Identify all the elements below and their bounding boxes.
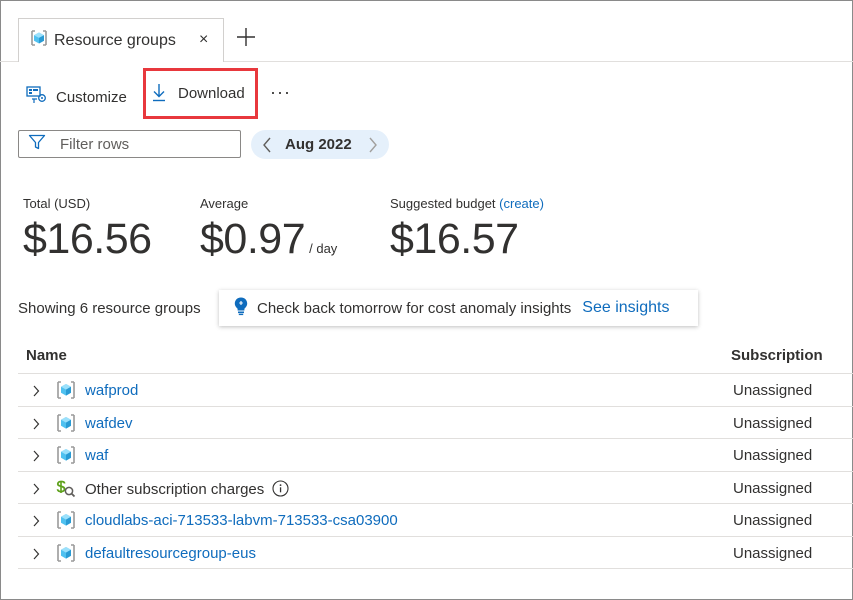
subscription-cell: Unassigned: [733, 544, 813, 562]
create-budget-link[interactable]: (create): [499, 196, 544, 211]
table-row: Other subscription charges Unassigned: [18, 472, 853, 504]
customize-icon: [26, 86, 48, 108]
kpi-average-unit: / day: [309, 241, 338, 256]
filter-icon: [28, 134, 46, 155]
subscription-cell: Unassigned: [733, 414, 813, 432]
filter-rows-field[interactable]: [18, 130, 241, 158]
resource-group-icon: [30, 29, 48, 52]
date-selector[interactable]: Aug 2022: [251, 130, 389, 159]
column-header-name[interactable]: Name: [26, 347, 67, 364]
resource-group-icon: [55, 413, 77, 437]
customize-button[interactable]: Customize: [26, 86, 127, 108]
resource-groups-table: Name Subscription wafprod Unassigned waf…: [18, 339, 853, 569]
see-insights-link[interactable]: See insights: [582, 299, 669, 317]
chevron-right-icon[interactable]: [32, 417, 40, 434]
kpi-budget-label-row: Suggested budget (create): [390, 196, 544, 211]
resource-group-link[interactable]: defaultresourcegroup-eus: [85, 545, 256, 562]
tab-bar: Resource groups ×: [0, 0, 853, 62]
resource-group-link[interactable]: wafdev: [85, 415, 133, 432]
kpi-budget-label: Suggested budget: [390, 196, 496, 211]
chevron-right-icon[interactable]: [32, 384, 40, 401]
kpi-total-label: Total (USD): [23, 196, 91, 211]
column-header-subscription[interactable]: Subscription: [731, 347, 823, 364]
resource-group-link[interactable]: cloudlabs-aci-713533-labvm-713533-csa039…: [85, 512, 398, 529]
chevron-right-icon[interactable]: [32, 514, 40, 531]
download-button[interactable]: Download: [143, 68, 258, 119]
more-options-button[interactable]: ···: [270, 82, 291, 103]
table-row: cloudlabs-aci-713533-labvm-713533-csa039…: [18, 504, 853, 537]
tab-label: Resource groups: [54, 31, 176, 49]
row-name-text: Other subscription charges: [85, 479, 289, 501]
filter-rows-input[interactable]: [60, 135, 220, 153]
resource-group-icon: [55, 445, 77, 469]
table-row: wafprod Unassigned: [18, 374, 853, 407]
subscription-cell: Unassigned: [733, 447, 813, 464]
info-icon[interactable]: [272, 479, 289, 501]
add-tab-icon[interactable]: [235, 26, 257, 48]
resource-group-icon: [55, 380, 77, 404]
table-header: Name Subscription: [18, 339, 853, 374]
kpi-average-label: Average: [200, 196, 249, 211]
kpi-total-value: $16.56: [23, 215, 152, 263]
table-row: defaultresourcegroup-eus Unassigned: [18, 537, 853, 569]
subscription-cell: Unassigned: [733, 479, 813, 497]
chevron-right-icon: [367, 136, 379, 159]
table-row: wafdev Unassigned: [18, 407, 853, 439]
resource-group-link[interactable]: wafprod: [85, 382, 138, 399]
insight-card: Check back tomorrow for cost anomaly ins…: [219, 290, 698, 326]
subscription-charges-icon: [55, 478, 77, 502]
chevron-right-icon[interactable]: [32, 482, 40, 499]
customize-label: Customize: [56, 88, 127, 106]
date-label: Aug 2022: [285, 136, 352, 153]
kpi-average-value: $0.97: [200, 215, 306, 263]
kpi-budget: Suggested budget (create) $16.57: [390, 196, 544, 264]
command-bar: Customize Download ···: [0, 68, 853, 122]
table-row: waf Unassigned: [18, 439, 853, 472]
row-name-label: Other subscription charges: [85, 480, 265, 498]
chevron-right-icon[interactable]: [32, 449, 40, 466]
resource-group-icon: [55, 543, 77, 567]
result-count: Showing 6 resource groups: [18, 300, 201, 317]
kpi-average: Average $0.97/ day: [200, 196, 337, 264]
subscription-cell: Unassigned: [733, 382, 813, 399]
close-icon[interactable]: ×: [199, 31, 208, 49]
kpi-average-row: $0.97/ day: [200, 215, 337, 264]
kpi-total: Total (USD) $16.56: [23, 196, 152, 264]
subscription-cell: Unassigned: [733, 512, 813, 529]
download-icon: [151, 82, 167, 106]
chevron-right-icon[interactable]: [32, 547, 40, 564]
kpi-budget-value: $16.57: [390, 215, 519, 263]
lightbulb-icon: [233, 296, 249, 320]
chevron-left-icon[interactable]: [261, 136, 273, 159]
tab-resource-groups[interactable]: Resource groups ×: [18, 18, 224, 62]
insight-message: Check back tomorrow for cost anomaly ins…: [257, 299, 572, 317]
download-label: Download: [178, 85, 245, 102]
resource-group-icon: [55, 510, 77, 534]
resource-group-link[interactable]: waf: [85, 447, 108, 464]
